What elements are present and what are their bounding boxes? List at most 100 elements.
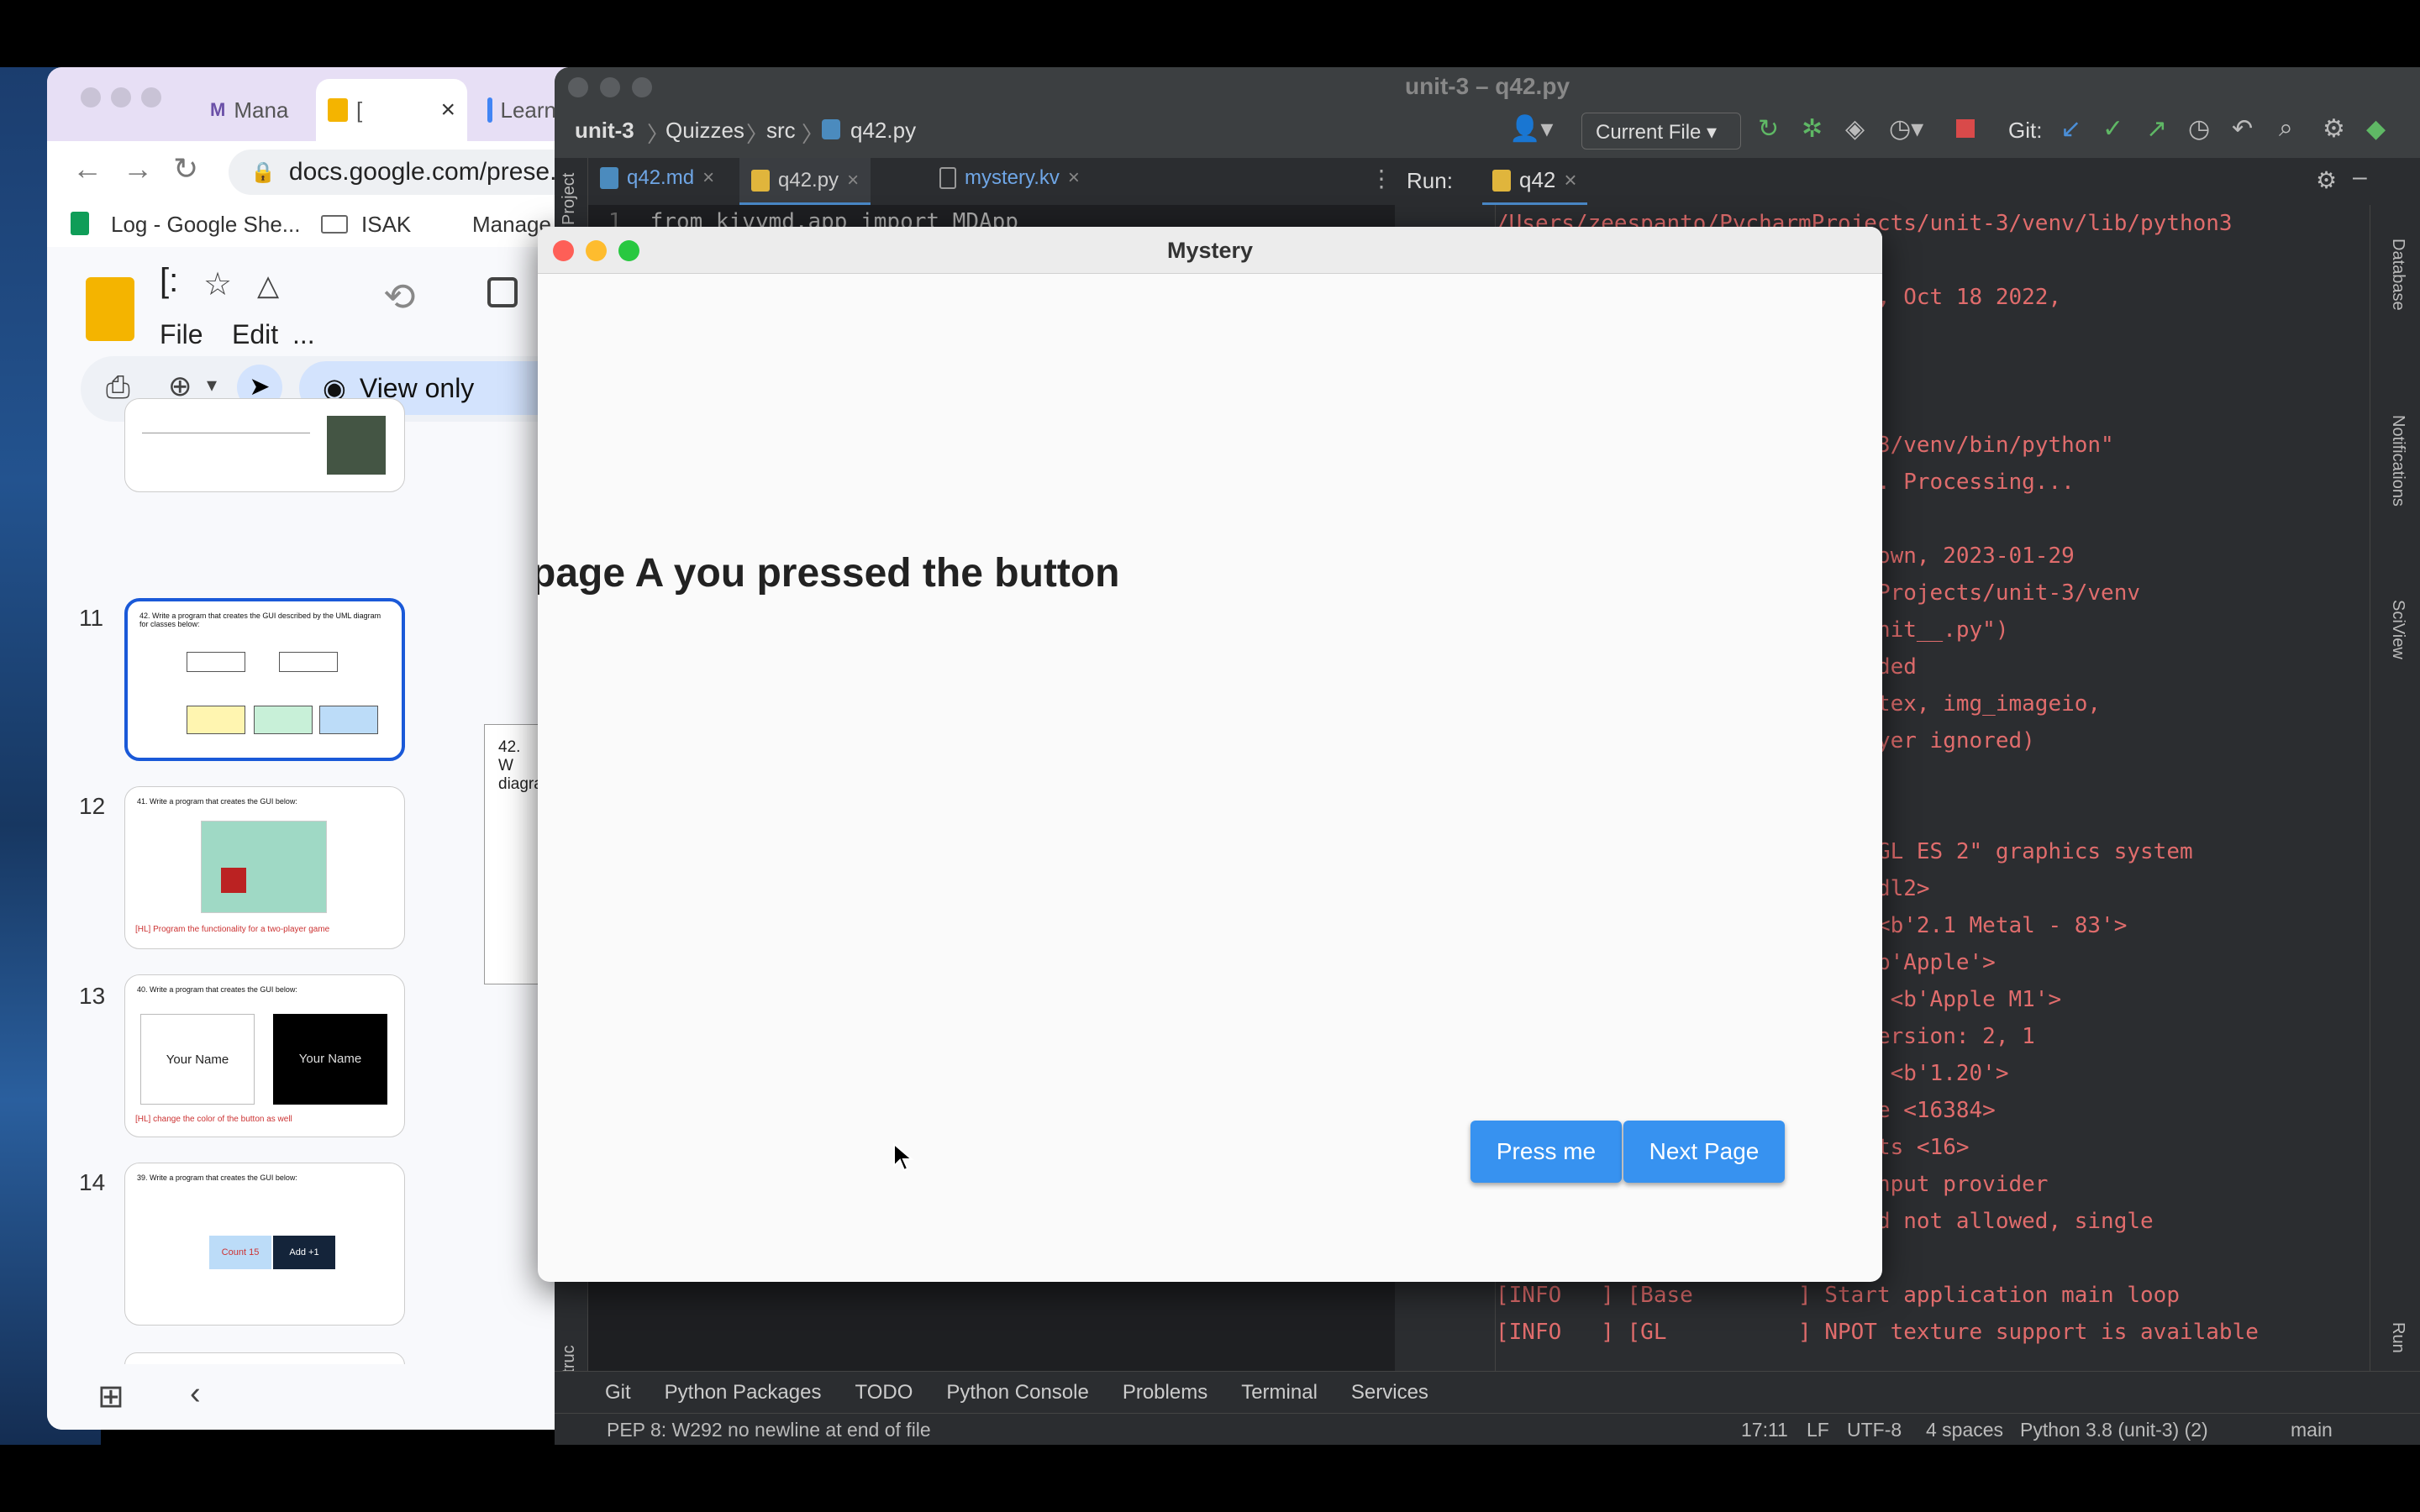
zoom-light[interactable]	[632, 77, 652, 97]
sciview-tool-label[interactable]: SciView	[2388, 600, 2407, 659]
camera-icon[interactable]	[487, 277, 518, 307]
back-icon[interactable]: ←	[72, 151, 103, 186]
python-file-icon	[822, 119, 840, 139]
tab-gmail[interactable]: M Mana	[198, 79, 291, 141]
status-branch[interactable]: main	[2291, 1419, 2333, 1441]
breadcrumb-root[interactable]: unit-3	[575, 118, 634, 144]
search-icon[interactable]: ⌕	[2279, 114, 2293, 143]
tool-python-console[interactable]: Python Console	[946, 1381, 1088, 1404]
uml-box	[279, 652, 338, 672]
tab-mystery-kv[interactable]: mystery.kv ×	[939, 166, 1080, 190]
close-light[interactable]	[553, 240, 574, 261]
slide-title: 41. Write a program that creates the GUI…	[137, 797, 297, 806]
minimize-light[interactable]	[586, 240, 607, 261]
close-icon[interactable]: ×	[440, 96, 455, 124]
menu-more[interactable]: ...	[292, 319, 315, 350]
settings-icon[interactable]: ⚙	[2316, 166, 2337, 194]
stop-icon[interactable]	[1956, 119, 1975, 138]
settings-icon[interactable]: ⚙	[2323, 114, 2345, 144]
status-interpreter[interactable]: Python 3.8 (unit-3) (2)	[2020, 1419, 2208, 1441]
gmail-icon: M	[210, 99, 226, 120]
minimize-icon[interactable]: –	[2353, 163, 2367, 192]
minimize-light[interactable]	[600, 77, 620, 97]
reload-icon[interactable]: ↻	[173, 151, 198, 186]
tab-q42-md[interactable]: q42.md ×	[600, 166, 714, 190]
close-icon[interactable]: ×	[702, 166, 714, 190]
run-label: Run:	[1407, 168, 1453, 193]
tool-problems[interactable]: Problems	[1123, 1381, 1207, 1404]
menu-edit[interactable]: Edit	[232, 319, 278, 350]
next-page-button[interactable]: Next Page	[1623, 1121, 1785, 1183]
press-me-button[interactable]: Press me	[1470, 1121, 1622, 1183]
database-tool-label[interactable]: Database	[2388, 239, 2407, 311]
close-icon[interactable]: ×	[1068, 166, 1080, 190]
bookmark-isak[interactable]: ISAK	[361, 212, 411, 238]
thumb-board	[201, 821, 327, 913]
rerun-icon[interactable]: ↻	[1758, 114, 1779, 144]
rollback-icon[interactable]: ↶	[2232, 114, 2253, 144]
debug-icon[interactable]: ✲	[1802, 114, 1823, 144]
git-commit-icon[interactable]: ✓	[2102, 114, 2123, 144]
tool-todo[interactable]: TODO	[855, 1381, 913, 1404]
address-bar[interactable]: 🔒 docs.google.com/prese...	[229, 150, 568, 195]
run-tab-q42[interactable]: q42 ×	[1482, 158, 1587, 205]
close-light[interactable]	[568, 77, 588, 97]
close-light[interactable]	[81, 87, 101, 108]
grid-view-icon[interactable]: ⊞	[97, 1378, 124, 1415]
star-icon[interactable]: ☆	[203, 265, 232, 303]
close-icon[interactable]: ×	[1564, 167, 1576, 193]
status-encoding[interactable]: UTF-8	[1847, 1419, 1902, 1441]
tab-label: [	[356, 97, 363, 123]
tool-python-packages[interactable]: Python Packages	[665, 1381, 822, 1404]
profile-icon[interactable]: ◷▾	[1889, 114, 1923, 144]
status-position[interactable]: 17:11	[1741, 1419, 1788, 1441]
slide-thumb-13[interactable]: 40. Write a program that creates the GUI…	[124, 974, 405, 1137]
drive-icon[interactable]: △	[257, 269, 279, 302]
forward-icon[interactable]: →	[123, 151, 153, 186]
thumb-card-light: Your Name	[140, 1014, 255, 1105]
close-icon[interactable]: ×	[847, 169, 859, 192]
tool-terminal[interactable]: Terminal	[1241, 1381, 1318, 1404]
minimize-light[interactable]	[111, 87, 131, 108]
breadcrumb-file[interactable]: q42.py	[850, 118, 916, 144]
breadcrumb-quizzes[interactable]: Quizzes	[666, 118, 744, 144]
collapse-icon[interactable]: ‹	[190, 1376, 201, 1412]
tab-q42-py[interactable]: q42.py ×	[739, 158, 871, 205]
status-indent[interactable]: 4 spaces	[1926, 1419, 2003, 1441]
tool-services[interactable]: Services	[1351, 1381, 1428, 1404]
more-tabs-icon[interactable]: ⋮	[1370, 165, 1393, 192]
breadcrumb-sep: 〉	[746, 122, 769, 147]
breadcrumb-src[interactable]: src	[766, 118, 796, 144]
status-message[interactable]: PEP 8: W292 no newline at end of file	[607, 1419, 931, 1441]
tab-label: mystery.kv	[965, 166, 1060, 189]
project-tool-label[interactable]: Project	[560, 173, 579, 225]
slide-thumb-14[interactable]: 39. Write a program that creates the GUI…	[124, 1163, 405, 1326]
tab-label: Mana	[234, 97, 289, 123]
user-icon[interactable]: 👤▾	[1509, 114, 1553, 144]
bookmark-log[interactable]: Log - Google She...	[111, 212, 300, 238]
history-icon[interactable]: ◷	[2188, 114, 2210, 144]
zoom-light[interactable]	[141, 87, 161, 108]
slide-thumb-12[interactable]: 41. Write a program that creates the GUI…	[124, 786, 405, 949]
git-update-icon[interactable]: ↙	[2060, 114, 2081, 144]
slide-title: 40. Write a program that creates the GUI…	[137, 985, 297, 994]
zoom-light[interactable]	[618, 240, 639, 261]
history-icon[interactable]: ⟲	[383, 274, 416, 319]
git-push-icon[interactable]: ↗	[2146, 114, 2167, 144]
notifications-tool-label[interactable]: Notifications	[2388, 415, 2407, 507]
slide-thumb-11[interactable]: 42. Write a program that creates the GUI…	[124, 598, 405, 761]
run-header: Run: q42 × ⚙ –	[1395, 158, 2370, 205]
status-line-ending[interactable]: LF	[1807, 1419, 1829, 1441]
print-icon[interactable]: ⎙	[106, 370, 130, 406]
run-config-select[interactable]: Current File ▾	[1581, 113, 1741, 150]
uml-box	[187, 652, 245, 672]
run-tool-label[interactable]: Run	[2388, 1322, 2407, 1353]
tool-git[interactable]: Git	[605, 1381, 631, 1404]
chevron-down-icon[interactable]: ▾	[207, 373, 217, 397]
tab-slides[interactable]: [ ×	[316, 79, 467, 141]
coverage-icon[interactable]: ◈	[1845, 114, 1865, 144]
plugin-icon[interactable]: ◆	[2366, 114, 2386, 144]
ide-title: unit-3 – q42.py	[1404, 73, 1570, 99]
slide-thumb-10[interactable]	[124, 398, 405, 492]
menu-file[interactable]: File	[160, 319, 203, 350]
